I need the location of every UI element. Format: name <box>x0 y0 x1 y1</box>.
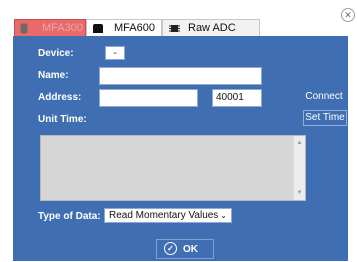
type-of-data-value: Read Momentary Values <box>109 210 219 221</box>
close-icon[interactable]: ✕ <box>341 8 355 22</box>
name-field[interactable] <box>99 67 262 85</box>
tab-label: MFA600 <box>114 22 155 34</box>
name-label: Name: <box>38 70 69 81</box>
unit-time-label: Unit Time: <box>38 114 87 125</box>
chevron-down-icon: ⌄ <box>220 211 227 220</box>
port-field[interactable]: 40001 <box>212 89 262 107</box>
tab-mfa300[interactable]: MFA300 <box>14 19 86 37</box>
scroll-up-icon[interactable]: ▲ <box>294 138 305 148</box>
address-label: Address: <box>38 92 82 103</box>
set-time-button[interactable]: Set Time <box>303 110 347 126</box>
scroll-down-icon[interactable]: ▼ <box>294 188 305 198</box>
address-field[interactable] <box>99 89 198 107</box>
tab-label: MFA300 <box>42 22 83 34</box>
device-label: Device: <box>38 48 74 59</box>
check-circle-icon: ✓ <box>164 242 177 255</box>
tab-raw-adc-files[interactable]: Raw ADC Files <box>162 19 260 50</box>
chevron-down-icon: ⌄ <box>112 49 118 56</box>
ok-label: OK <box>183 244 198 255</box>
vertical-scrollbar[interactable]: ▲ ▼ <box>293 136 305 200</box>
type-of-data-label: Type of Data: <box>38 211 101 222</box>
connect-button[interactable]: Connect <box>302 91 346 105</box>
ok-button[interactable]: ✓ OK <box>156 239 214 259</box>
type-of-data-select[interactable]: Read Momentary Values ⌄ <box>104 208 232 223</box>
output-textarea[interactable]: ▲ ▼ <box>40 135 306 201</box>
device-select[interactable]: ⌄ <box>105 46 125 60</box>
